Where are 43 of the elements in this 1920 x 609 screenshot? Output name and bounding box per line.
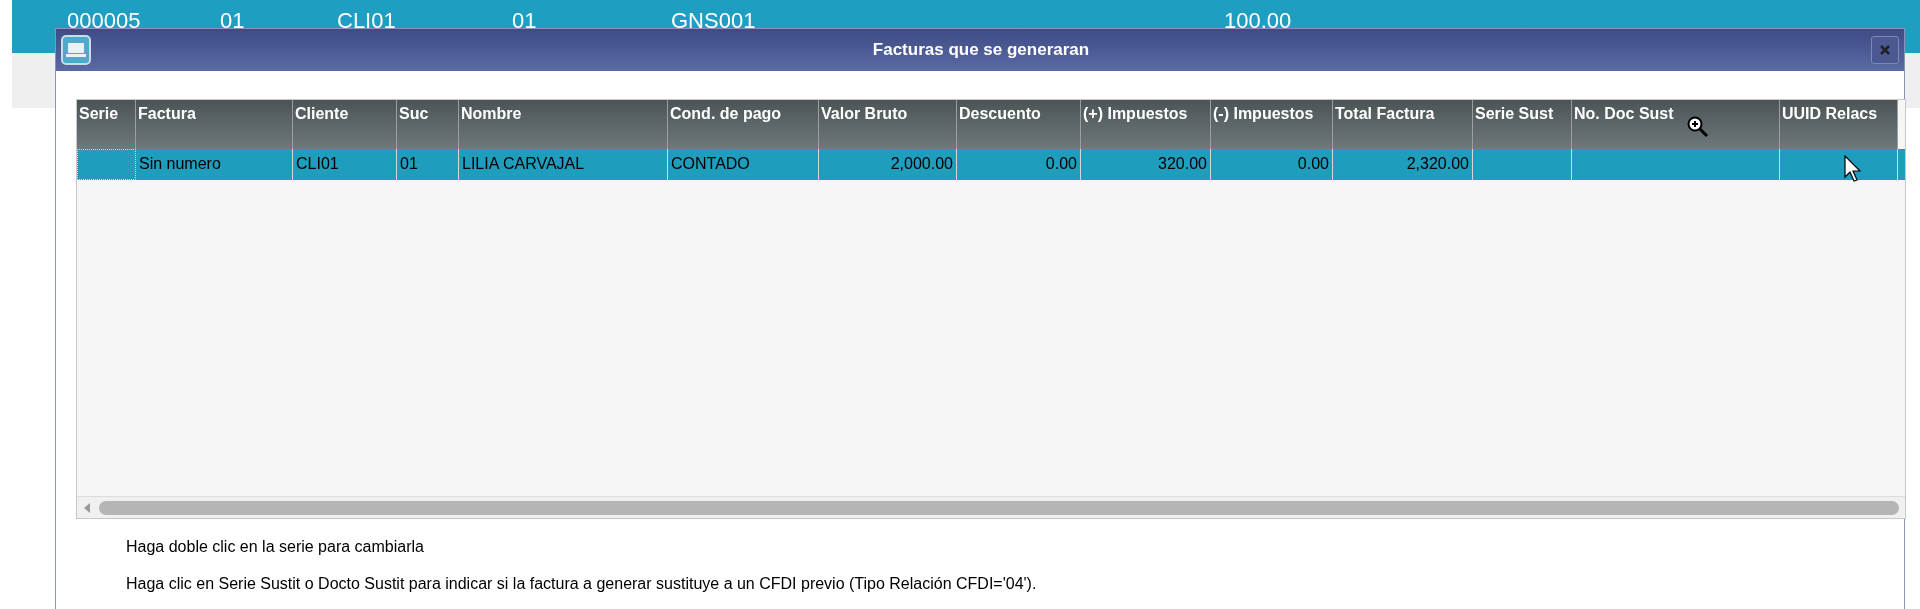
table-cell: 2,320.00 <box>1333 149 1473 180</box>
column-header[interactable]: No. Doc Sust <box>1572 100 1780 149</box>
scrollbar-thumb[interactable] <box>99 500 1899 515</box>
table-cell: 2,000.00 <box>819 149 957 180</box>
close-icon <box>1879 44 1891 56</box>
column-header[interactable]: Cond. de pago <box>668 100 819 149</box>
column-header[interactable]: Total Factura <box>1333 100 1473 149</box>
column-header[interactable]: Suc <box>397 100 459 149</box>
table-cell: 0.00 <box>1211 149 1333 180</box>
background-cell: GNS001 <box>671 8 756 34</box>
column-header[interactable]: Cliente <box>293 100 397 149</box>
zoom-in-icon <box>1687 116 1709 138</box>
background-cell: 01 <box>220 8 245 34</box>
column-header[interactable]: Factura <box>136 100 293 149</box>
background-cell: 01 <box>512 8 537 34</box>
instruction-text: Haga doble clic en la serie para cambiarla <box>126 537 425 557</box>
background-cell: 000005 <box>67 8 141 34</box>
table-cell: LILIA CARVAJAL <box>459 149 668 180</box>
table-cell: CLI01 <box>293 149 397 180</box>
close-button[interactable] <box>1871 36 1899 64</box>
column-header[interactable]: (+) Impuestos <box>1081 100 1211 149</box>
table-cell: Sin numero <box>136 149 293 180</box>
table-cell: 01 <box>397 149 459 180</box>
column-header[interactable]: Serie <box>77 100 136 149</box>
window-title: Facturas que se generaran <box>872 39 1090 62</box>
table-row[interactable]: Sin numero CLI01 01 LILIA CARVAJAL CONTADO 2,000.00 0.00 320.00 0.00 2,320.00 <box>77 149 1905 180</box>
column-header[interactable]: Descuento <box>957 100 1081 149</box>
column-header[interactable]: Nombre <box>459 100 668 149</box>
scroll-left-icon[interactable] <box>83 502 91 513</box>
instruction-text: Haga clic en Serie Sustit o Docto Sustit para indicar si la factura a generar sustituye a un CFDI previo (Tipo Relación CFDI='04'). <box>126 574 1038 594</box>
table-cell <box>77 149 136 180</box>
table-cell: 0.00 <box>957 149 1081 180</box>
table-cell: 320.00 <box>1081 149 1211 180</box>
background-cell: CLI01 <box>337 8 396 34</box>
column-header[interactable]: Valor Bruto <box>819 100 957 149</box>
column-header[interactable]: (-) Impuestos <box>1211 100 1333 149</box>
column-header[interactable]: UUID Relacs <box>1780 100 1898 149</box>
table-cell: CONTADO <box>668 149 819 180</box>
mouse-cursor-icon <box>1844 155 1862 183</box>
column-header[interactable]: Serie Sust <box>1473 100 1572 149</box>
background-cell: 100.00 <box>1224 8 1292 34</box>
window-icon <box>61 35 91 65</box>
horizontal-scrollbar[interactable] <box>77 496 1905 518</box>
